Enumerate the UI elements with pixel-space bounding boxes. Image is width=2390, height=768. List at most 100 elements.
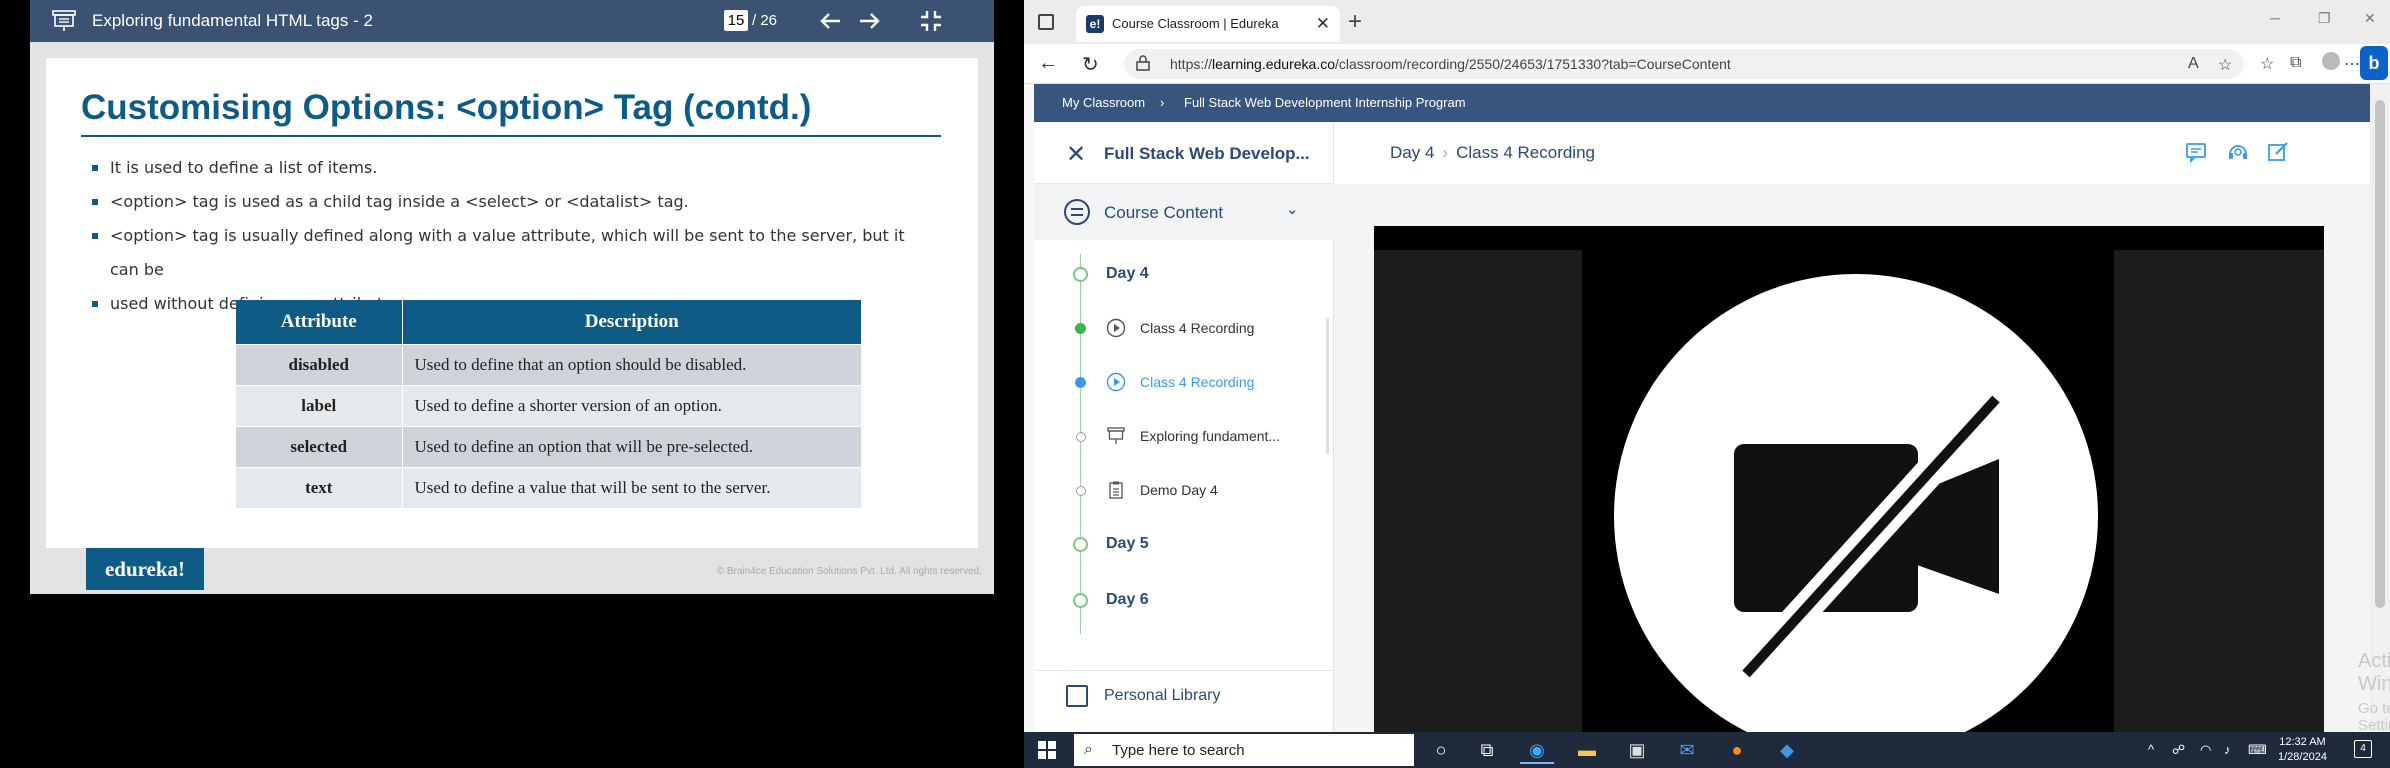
arrow-left-icon[interactable] — [818, 9, 844, 33]
chevron-right-icon: › — [1160, 95, 1165, 110]
timeline-item-demo[interactable]: Demo Day 4 — [1034, 470, 1334, 510]
edureka-page: My Classroom › Full Stack Web Developmen… — [1034, 84, 2370, 732]
taskbar-search[interactable]: ⌕ Type here to search — [1074, 734, 1414, 766]
wifi-icon[interactable]: ◠ — [2200, 742, 2211, 758]
lock-icon[interactable] — [1136, 55, 1150, 71]
day-label: Day 5 — [1106, 535, 1149, 552]
timeline-dot-active — [1075, 377, 1086, 388]
table-cell-attribute: selected — [236, 425, 403, 467]
personal-library-link[interactable]: Personal Library — [1034, 670, 1334, 718]
table-row: selected Used to define an option that w… — [236, 425, 862, 467]
timeline-item-recording-2[interactable]: Class 4 Recording — [1034, 362, 1334, 402]
read-aloud-icon[interactable]: A — [2188, 55, 2199, 73]
scrollbar-thumb[interactable] — [2375, 100, 2385, 608]
edureka-favicon: e! — [1086, 15, 1104, 33]
course-content-toggle[interactable]: Course Content ⌄ — [1034, 184, 1334, 240]
tab-course-classroom[interactable]: e! Course Classroom | Edureka ✕ — [1076, 6, 1340, 42]
exit-fullscreen-icon[interactable] — [918, 9, 944, 33]
back-icon[interactable]: ← — [1038, 52, 1058, 75]
table-header: Attribute — [236, 300, 403, 344]
page-total: / 26 — [752, 12, 778, 29]
breadcrumb-program[interactable]: Full Stack Web Development Internship Pr… — [1184, 95, 1466, 110]
timeline-day-6[interactable]: Day 6 — [1034, 580, 1334, 620]
windows-start-icon[interactable] — [1038, 741, 1056, 759]
url-field[interactable]: https://learning.edureka.co/classroom/re… — [1124, 49, 2244, 79]
clock-time: 12:32 AM — [2279, 736, 2326, 748]
tab-strip: e! Course Classroom | Edureka ✕ + ─ ❐ ✕ — [1024, 0, 2390, 44]
table-cell-description: Used to define a value that will be sent… — [402, 466, 862, 508]
more-icon[interactable]: ⋯ — [2344, 54, 2360, 74]
file-explorer-icon[interactable]: ▬ — [1570, 736, 1604, 764]
lecture-label: Exploring fundament... — [1140, 428, 1281, 444]
timeline-dot — [1073, 537, 1088, 552]
mail-icon[interactable]: ✉ — [1670, 736, 1704, 764]
search-icon: ⌕ — [1084, 741, 1093, 758]
refresh-icon[interactable]: ↻ — [1082, 52, 1099, 77]
firefox-icon[interactable]: ● — [1720, 736, 1754, 764]
content-breadcrumb: Day 4 › Class 4 Recording — [1390, 143, 1595, 163]
video-off-icon — [1734, 388, 2008, 685]
task-view-icon[interactable]: ⧉ — [1470, 736, 1504, 764]
profile-avatar[interactable] — [2322, 52, 2340, 70]
edge-taskbar-icon[interactable]: ◉ — [1520, 736, 1554, 764]
crumb-day[interactable]: Day 4 — [1390, 143, 1434, 162]
minimize-icon[interactable]: ─ — [2270, 10, 2280, 26]
library-icon — [1066, 685, 1088, 707]
table-row: label Used to define a shorter version o… — [236, 384, 862, 426]
url-host: learning.edureka.co — [1212, 56, 1336, 72]
network-icon[interactable]: ☍ — [2172, 742, 2185, 758]
timeline-item-recording-1[interactable]: Class 4 Recording — [1034, 308, 1334, 348]
timeline-dot — [1073, 267, 1088, 282]
comment-icon[interactable] — [2184, 140, 2208, 164]
arrow-right-icon[interactable] — [856, 9, 882, 33]
timeline-day-5[interactable]: Day 5 — [1034, 524, 1334, 564]
sidebar-scrollbar[interactable] — [1326, 318, 1329, 454]
page-indicator: 15/ 26 — [724, 10, 777, 31]
table-row: text Used to define a value that will be… — [236, 466, 862, 508]
new-tab-icon[interactable]: + — [1348, 8, 1362, 36]
list-icon — [1064, 199, 1090, 225]
taskbar-clock[interactable]: 12:32 AM 1/28/2024 — [2278, 735, 2327, 765]
close-window-icon[interactable]: ✕ — [2364, 10, 2376, 27]
course-content-label: Course Content — [1104, 203, 1224, 222]
vscode-icon[interactable]: ◆ — [1770, 736, 1804, 764]
slide-title-rule — [81, 135, 941, 137]
table-cell-attribute: label — [236, 384, 403, 426]
player-letterbox-left — [1374, 250, 1582, 732]
timeline-item-slides[interactable]: Exploring fundament... — [1034, 416, 1334, 456]
notifications-icon[interactable]: 4 — [2354, 740, 2372, 758]
day-label: Day 6 — [1106, 591, 1149, 608]
tab-actions-icon[interactable] — [1038, 14, 1054, 30]
presentation-icon — [1107, 427, 1125, 444]
keyboard-icon[interactable]: ⌨ — [2248, 742, 2267, 758]
cortana-icon[interactable]: ○ — [1424, 736, 1458, 764]
attribute-table: Attribute Description disabled Used to d… — [236, 300, 862, 508]
timeline-day-4[interactable]: Day 4 — [1034, 254, 1334, 294]
edit-icon[interactable] — [2266, 140, 2290, 164]
slide-viewer: Exploring fundamental HTML tags - 2 15/ … — [0, 0, 1024, 768]
viewer-title: Exploring fundamental HTML tags - 2 — [92, 11, 373, 30]
video-player[interactable] — [1374, 226, 2324, 732]
tray-expand-icon[interactable]: ^ — [2148, 742, 2154, 757]
bing-copilot-icon[interactable]: b — [2360, 46, 2388, 80]
slide-bullets: It is used to define a list of items. <o… — [88, 151, 928, 321]
close-icon[interactable]: ✕ — [1066, 140, 1086, 169]
maximize-icon[interactable]: ❐ — [2318, 10, 2331, 27]
breadcrumb-my-classroom[interactable]: My Classroom — [1062, 95, 1145, 110]
tab-title: Course Classroom | Edureka — [1112, 16, 1279, 31]
video-unavailable-badge — [1614, 274, 2098, 732]
page-number-input[interactable]: 15 — [724, 10, 748, 31]
close-tab-icon[interactable]: ✕ — [1316, 14, 1330, 34]
watermark-line-1: Activate Windows — [2358, 650, 2390, 695]
store-icon[interactable]: ▣ — [1620, 736, 1654, 764]
favorites-icon[interactable]: ☆ — [2260, 54, 2274, 74]
favorite-add-icon[interactable]: ☆ — [2218, 55, 2232, 75]
collections-icon[interactable]: ⧉ — [2290, 54, 2301, 72]
lecture-label-active: Class 4 Recording — [1140, 374, 1255, 390]
breadcrumb: My Classroom › Full Stack Web Developmen… — [1034, 84, 2370, 122]
support-icon[interactable] — [2226, 140, 2250, 164]
volume-icon[interactable]: ♪ — [2224, 742, 2231, 757]
clipboard-icon — [1109, 481, 1123, 499]
page-scrollbar[interactable] — [2370, 84, 2390, 732]
bullet-item: <option> tag is usually defined along wi… — [88, 219, 928, 287]
